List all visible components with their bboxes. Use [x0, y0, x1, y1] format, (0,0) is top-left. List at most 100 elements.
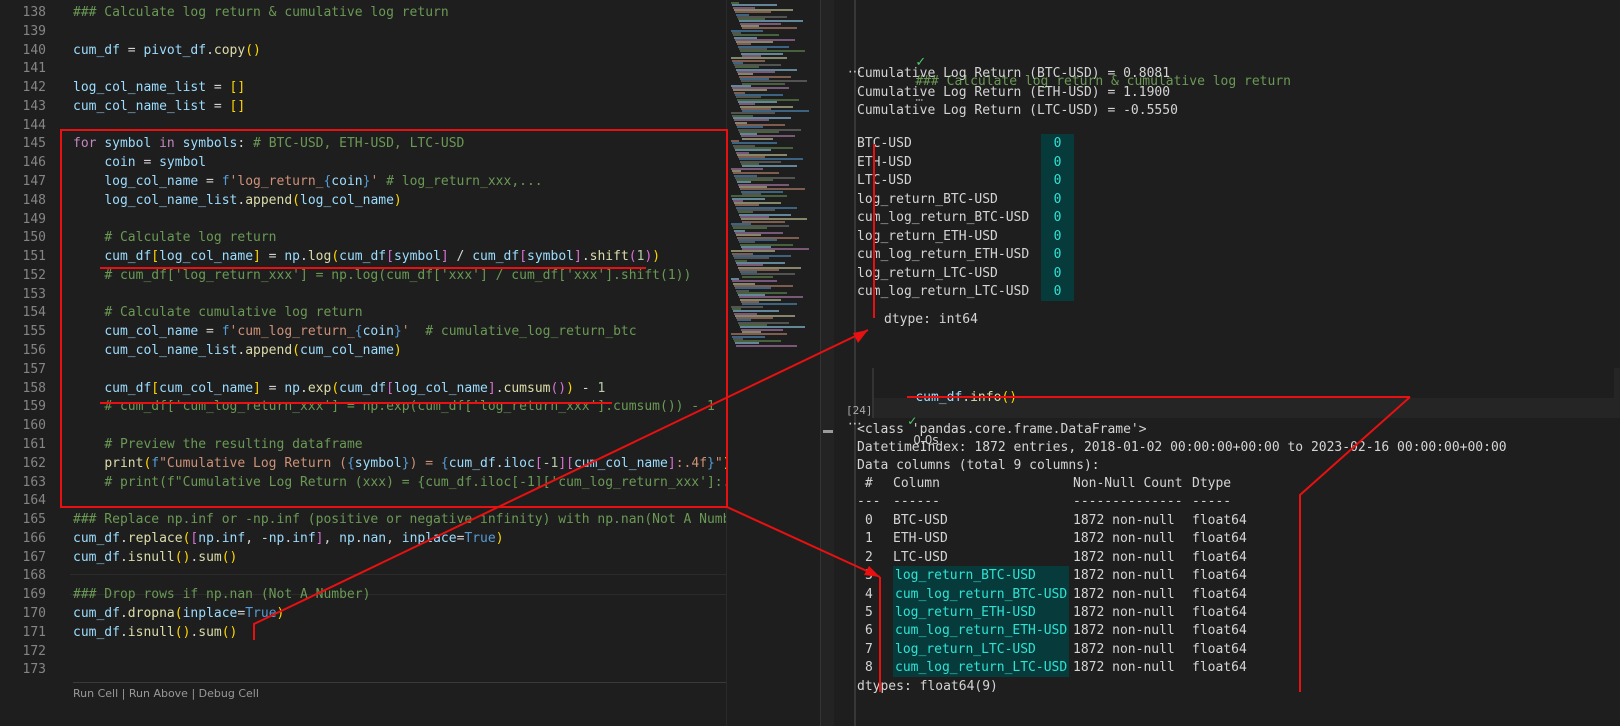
- line-code: cum_col_name_list.append(cum_col_name): [104, 343, 402, 359]
- code-editor[interactable]: 138 ### Calculate log return & cumulative…: [0, 0, 726, 726]
- code-line[interactable]: 158 cum_df[cum_col_name] = np.exp(cum_df…: [0, 379, 726, 398]
- series-value: 0: [1041, 171, 1074, 190]
- line-code: cum_col_name = f'cum_log_return_{coin}' …: [104, 324, 637, 340]
- code-line[interactable]: 150 # Calculate log return: [0, 228, 726, 247]
- info-row-dtype: float64: [1192, 513, 1247, 528]
- info-row-idx: 2: [865, 549, 873, 565]
- code-line[interactable]: 162 print(f"Cumulative Log Return ({symb…: [0, 454, 726, 473]
- code-line[interactable]: 155 cum_col_name = f'cum_log_return_{coi…: [0, 322, 726, 341]
- line-number: 146: [22, 155, 46, 171]
- line-code: ### Drop rows if np.nan (Not A Number): [73, 587, 371, 603]
- code-line[interactable]: 157: [0, 360, 726, 379]
- series-value: 0: [1041, 152, 1074, 172]
- line-code: log_col_name = f'log_return_{coin}' # lo…: [104, 174, 543, 190]
- series-value: 0: [1041, 263, 1074, 283]
- line-number: 139: [22, 23, 46, 39]
- info-sep-dtype: -----: [1192, 494, 1232, 509]
- code-line[interactable]: 140 cum_df = pivot_df.copy(): [0, 41, 726, 60]
- line-code: cum_df[cum_col_name] = np.exp(cum_df[log…: [104, 380, 606, 396]
- code-line[interactable]: 174 # %%: [0, 705, 726, 724]
- code-line[interactable]: 172: [0, 642, 726, 661]
- line-number: 166: [22, 530, 46, 546]
- code-line[interactable]: 153: [0, 285, 726, 304]
- line-number: 162: [22, 455, 46, 471]
- info-row-dtype: float64: [1192, 586, 1247, 602]
- code-line[interactable]: 139: [0, 22, 726, 41]
- info-row-idx: 3: [865, 568, 873, 584]
- line-number: 158: [22, 380, 46, 396]
- line-code: log_col_name_list.append(log_col_name): [104, 192, 402, 208]
- info-row-count: 1872 non-null: [1073, 605, 1175, 620]
- code-line[interactable]: 173: [0, 660, 726, 679]
- info-row-idx: 8: [865, 660, 873, 676]
- code-line[interactable]: 170 cum_df.dropna(inplace=True): [0, 604, 726, 623]
- code-line[interactable]: 159 # cum_df['cum_log_return_xxx'] = np.…: [0, 397, 726, 416]
- minimap-line: [742, 275, 773, 278]
- code-line[interactable]: 148 log_col_name_list.append(log_col_nam…: [0, 191, 726, 210]
- line-code: cum_df = pivot_df.copy(): [73, 42, 261, 58]
- line-number: 165: [22, 512, 46, 528]
- code-line[interactable]: 149: [0, 210, 726, 229]
- code-line[interactable]: 167 cum_df.isnull().sum(): [0, 548, 726, 567]
- line-number: 164: [22, 493, 46, 509]
- line-number: 157: [22, 361, 46, 377]
- info-dtypes-line: dtypes: float64(9): [857, 679, 998, 694]
- info-columns-line: Data columns (total 9 columns):: [857, 458, 1100, 473]
- line-code: coin = symbol: [104, 155, 207, 171]
- line-code: # Calculate cumulative log return: [104, 305, 363, 321]
- code-line[interactable]: 141: [0, 59, 726, 78]
- line-number: 161: [22, 436, 46, 452]
- line-number: 147: [22, 174, 46, 190]
- line-code: ### Replace np.inf or -np.inf (positive …: [73, 512, 726, 528]
- code-line[interactable]: 171 cum_df.isnull().sum(): [0, 623, 726, 642]
- minimap[interactable]: [726, 0, 821, 726]
- info-row-col: cum_log_return_ETH-USD: [893, 621, 1069, 641]
- info-row-dtype: float64: [1192, 531, 1247, 547]
- minimap-line: [736, 344, 797, 347]
- code-line[interactable]: 163 # print(f"Cumulative Log Return (xxx…: [0, 473, 726, 492]
- line-code: ### Calculate log return & cumulative lo…: [73, 5, 449, 20]
- code-line[interactable]: 142 log_col_name_list = []: [0, 78, 726, 97]
- code-line[interactable]: 169 ### Drop rows if np.nan (Not A Number…: [0, 585, 726, 604]
- line-number: 142: [22, 80, 46, 96]
- info-row-count: 1872 non-null: [1073, 531, 1175, 547]
- print-line: Cumulative Log Return (LTC-USD) = -0.555…: [857, 103, 1178, 118]
- info-row-idx: 7: [865, 641, 873, 657]
- code-line[interactable]: 165 ### Replace np.inf or -np.inf (positi…: [0, 510, 726, 529]
- info-header-idx: #: [857, 476, 873, 491]
- info-sep-count: --------------: [1073, 494, 1183, 509]
- code-line[interactable]: 146 coin = symbol: [0, 153, 726, 172]
- minimap-line: [742, 137, 773, 140]
- line-code: # cum_df['cum_log_return_xxx'] = np.exp(…: [104, 399, 715, 415]
- code-line[interactable]: 147 log_col_name = f'log_return_{coin}' …: [0, 172, 726, 191]
- codelens-actions[interactable]: Run Cell | Run Above | Debug Cell: [73, 687, 259, 700]
- info-row-count: 1872 non-null: [1073, 623, 1175, 639]
- info-sep-col: ------: [893, 494, 940, 509]
- line-number: 151: [22, 249, 46, 265]
- info-row-idx: 1: [865, 531, 873, 547]
- code-line[interactable]: 145 for symbol in symbols: # BTC-USD, ETH…: [0, 134, 726, 153]
- code-line[interactable]: 161 # Preview the resulting dataframe: [0, 435, 726, 454]
- series-index: cum_log_return_BTC-USD: [857, 210, 1030, 225]
- code-line[interactable]: 154 # Calculate cumulative log return: [0, 303, 726, 322]
- line-number: 171: [22, 624, 46, 640]
- line-number: 155: [22, 324, 46, 340]
- code-line[interactable]: 160: [0, 416, 726, 435]
- code-line[interactable]: 156 cum_col_name_list.append(cum_col_nam…: [0, 341, 726, 360]
- code-line[interactable]: 166 cum_df.replace([np.inf, -np.inf], np.…: [0, 529, 726, 548]
- info-row-dtype: float64: [1192, 660, 1247, 676]
- line-number: 140: [22, 42, 46, 58]
- code-line[interactable]: 164: [0, 491, 726, 510]
- scrollbar-thumb[interactable]: [823, 430, 833, 433]
- code-line[interactable]: 152 # cum_df['log_return_xxx'] = np.log(…: [0, 266, 726, 285]
- info-index-line: DatetimeIndex: 1872 entries, 2018-01-02 …: [857, 440, 1507, 455]
- info-header-col: Column: [893, 476, 940, 491]
- line-number: 160: [22, 418, 46, 434]
- series-index: LTC-USD: [857, 173, 912, 188]
- code-line[interactable]: 143 cum_col_name_list = []: [0, 97, 726, 116]
- code-line[interactable]: 151 cum_df[log_col_name] = np.log(cum_df…: [0, 247, 726, 266]
- vertical-scrollbar[interactable]: [820, 0, 835, 726]
- code-line[interactable]: 168: [0, 566, 726, 585]
- code-line[interactable]: 138 ### Calculate log return & cumulative…: [0, 3, 726, 22]
- code-line[interactable]: 144: [0, 116, 726, 135]
